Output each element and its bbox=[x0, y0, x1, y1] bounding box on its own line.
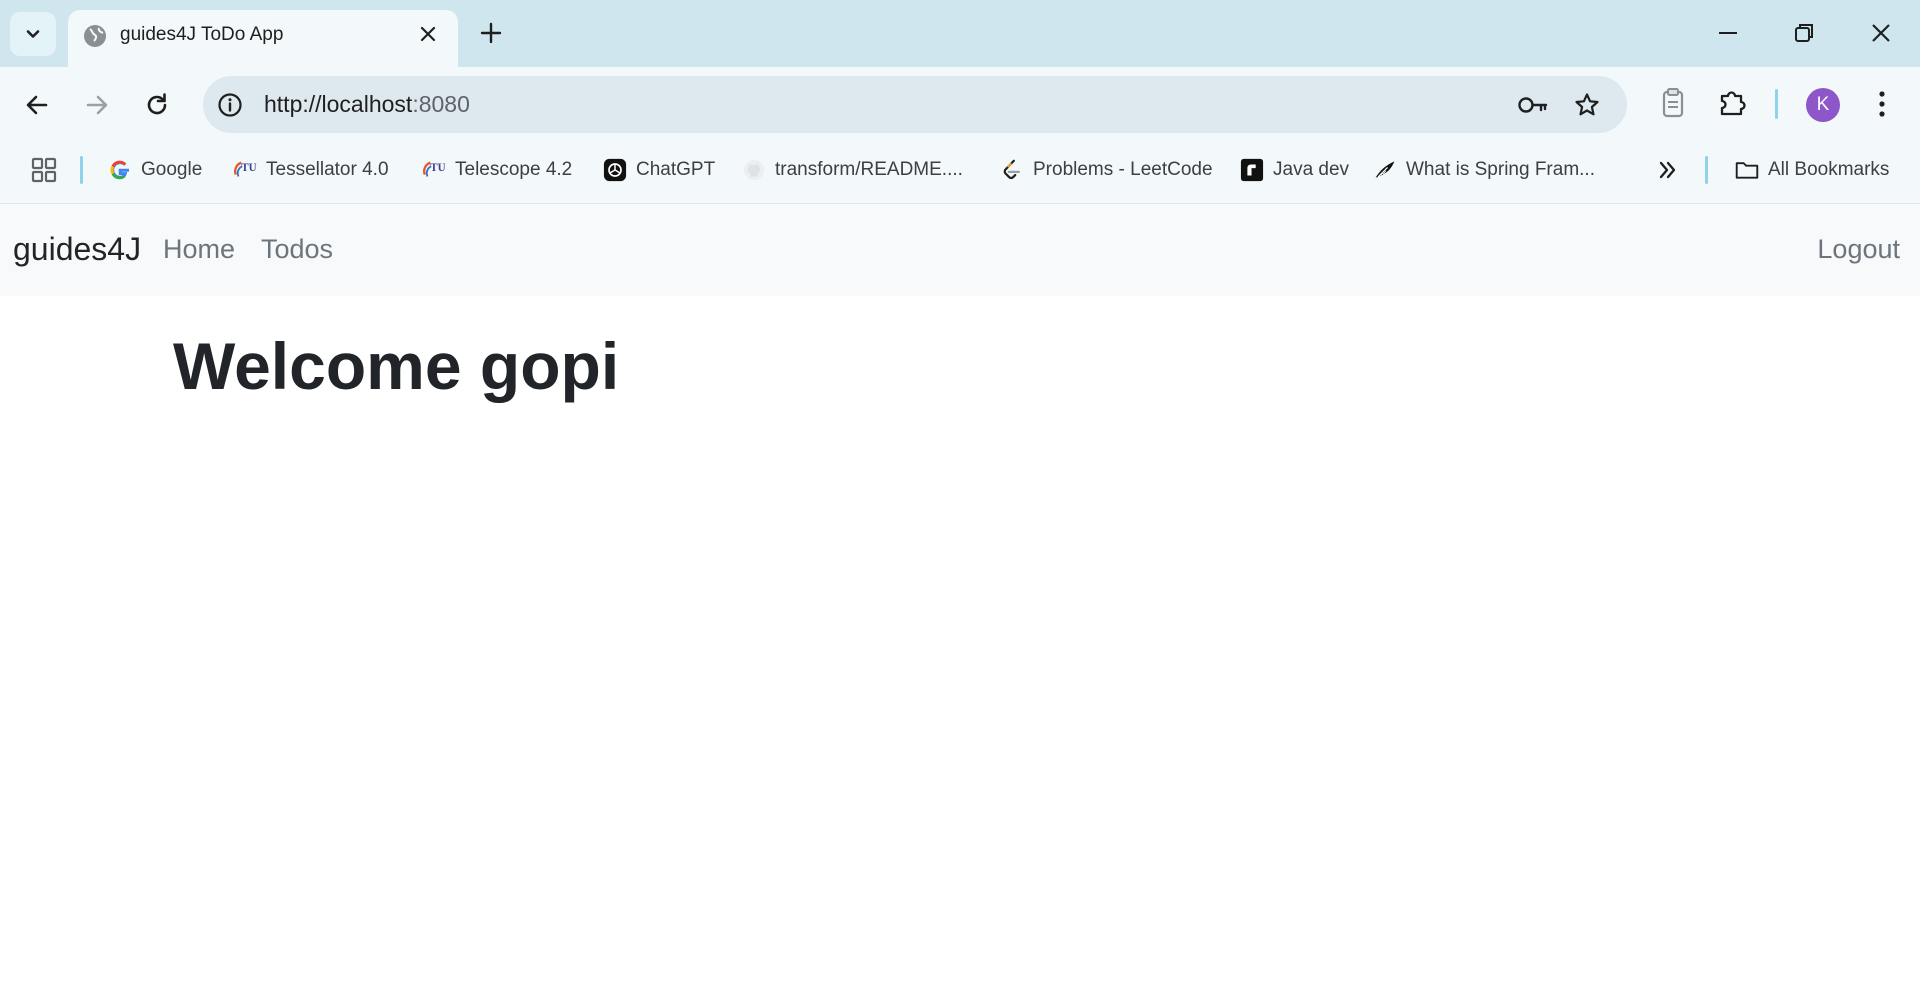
bookmark-label: Google bbox=[141, 159, 203, 180]
bookmark-chatgpt[interactable]: ChatGPT bbox=[603, 154, 715, 186]
tu-logo-icon: TU bbox=[233, 158, 257, 182]
bookmark-label: transform/README.... bbox=[775, 159, 963, 180]
chatgpt-icon bbox=[603, 158, 627, 182]
double-chevron-right-icon[interactable] bbox=[1656, 158, 1680, 182]
leetcode-icon bbox=[1000, 158, 1024, 182]
url-port: :8080 bbox=[412, 91, 470, 117]
bookmark-java-dev[interactable]: Java dev bbox=[1240, 154, 1349, 186]
globe-icon bbox=[84, 25, 106, 47]
svg-text:TU: TU bbox=[430, 162, 445, 174]
bookmark-label: Telescope 4.2 bbox=[455, 159, 573, 180]
tu-logo-icon: TU bbox=[422, 158, 446, 182]
restore-icon[interactable] bbox=[1792, 18, 1816, 48]
more-menu-icon[interactable] bbox=[1870, 89, 1894, 119]
replit-icon bbox=[1240, 158, 1264, 182]
bookmarks-bar: Google TU Tessellator 4.0 TU Telescope 4… bbox=[0, 140, 1920, 204]
new-tab-icon[interactable] bbox=[478, 20, 504, 46]
bookmarks-separator bbox=[80, 156, 83, 184]
apps-grid-icon[interactable] bbox=[31, 157, 57, 183]
url-text[interactable]: http://localhost:8080 bbox=[264, 91, 470, 118]
all-bookmarks-button[interactable]: All Bookmarks bbox=[1735, 154, 1889, 186]
folder-icon bbox=[1735, 158, 1759, 182]
bookmark-tessellator[interactable]: TU Tessellator 4.0 bbox=[233, 154, 389, 186]
url-host: http://localhost bbox=[264, 91, 413, 117]
bookmark-leetcode[interactable]: Problems - LeetCode bbox=[1000, 154, 1213, 186]
nav-home-link[interactable]: Home bbox=[163, 234, 235, 265]
minimize-icon[interactable] bbox=[1716, 18, 1740, 48]
extensions-puzzle-icon[interactable] bbox=[1717, 86, 1749, 118]
bookmark-star-icon[interactable] bbox=[1573, 91, 1601, 119]
bookmark-spring[interactable]: What is Spring Fram... bbox=[1373, 154, 1595, 186]
browser-toolbar: http://localhost:8080 K bbox=[0, 67, 1920, 140]
bookmark-label: Tessellator 4.0 bbox=[266, 159, 389, 180]
close-window-icon[interactable] bbox=[1869, 18, 1893, 48]
chevron-down-icon bbox=[26, 30, 40, 38]
bookmark-telescope[interactable]: TU Telescope 4.2 bbox=[422, 154, 572, 186]
tab-search-button[interactable] bbox=[10, 12, 56, 56]
bookmarks-separator bbox=[1705, 156, 1708, 184]
svg-text:TU: TU bbox=[241, 162, 256, 174]
nav-todos-link[interactable]: Todos bbox=[261, 234, 333, 265]
address-bar[interactable]: http://localhost:8080 bbox=[203, 76, 1627, 133]
bookmark-label: Java dev bbox=[1273, 159, 1350, 180]
site-info-icon[interactable] bbox=[217, 92, 243, 118]
bookmark-label: What is Spring Fram... bbox=[1406, 159, 1595, 180]
all-bookmarks-label: All Bookmarks bbox=[1768, 159, 1890, 180]
tab-strip: guides4J ToDo App bbox=[0, 0, 1920, 67]
close-tab-icon[interactable] bbox=[416, 22, 440, 46]
bookmark-label: ChatGPT bbox=[636, 159, 716, 180]
google-icon bbox=[108, 158, 132, 182]
bookmark-transform-readme[interactable]: transform/README.... bbox=[742, 154, 963, 186]
logout-link[interactable]: Logout bbox=[1817, 234, 1900, 265]
forward-arrow-icon[interactable] bbox=[83, 91, 111, 119]
toolbar-separator bbox=[1775, 89, 1778, 119]
welcome-heading: Welcome gopi bbox=[173, 329, 620, 403]
github-icon bbox=[742, 158, 766, 182]
bookmark-label: Problems - LeetCode bbox=[1033, 159, 1213, 180]
back-arrow-icon[interactable] bbox=[23, 91, 51, 119]
bookmark-google[interactable]: Google bbox=[108, 154, 202, 186]
password-key-icon[interactable] bbox=[1517, 94, 1549, 116]
brand-link[interactable]: guides4J bbox=[13, 231, 141, 268]
profile-avatar[interactable]: K bbox=[1806, 88, 1840, 122]
clipboard-icon[interactable] bbox=[1659, 86, 1687, 120]
spring-feather-icon bbox=[1373, 158, 1397, 182]
tab-title: guides4J ToDo App bbox=[120, 24, 284, 45]
reload-icon[interactable] bbox=[143, 91, 171, 119]
active-tab[interactable]: guides4J ToDo App bbox=[68, 10, 458, 67]
app-navbar: guides4J Home Todos Logout bbox=[0, 204, 1920, 296]
